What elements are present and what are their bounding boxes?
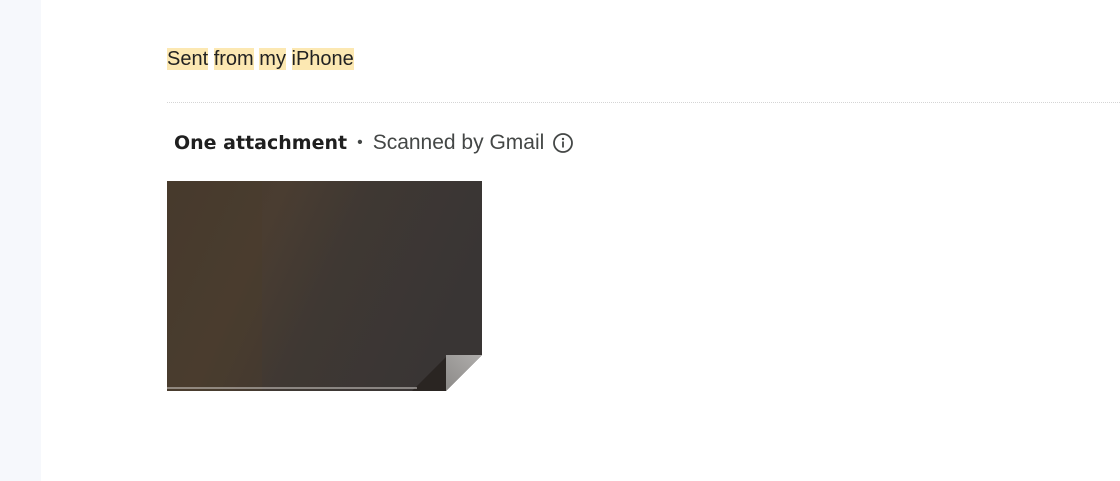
- message-body: Sent from my iPhone One attachment • Sca…: [41, 0, 1120, 481]
- signature-word: from: [213, 48, 254, 70]
- left-rail: [0, 0, 41, 481]
- image-thumbnail-icon: [167, 181, 482, 391]
- info-icon[interactable]: [552, 132, 574, 154]
- email-signature: Sent from my iPhone: [167, 47, 354, 71]
- signature-word: Sent: [167, 48, 209, 70]
- attachments-title: One attachment: [174, 132, 348, 154]
- separator-dot: •: [357, 134, 363, 151]
- attachment-thumbnail[interactable]: [167, 181, 482, 391]
- signature-word: my: [259, 48, 286, 70]
- attachments-header: One attachment • Scanned by Gmail: [174, 129, 574, 157]
- scanned-by-gmail-label: Scanned by Gmail: [372, 131, 545, 154]
- signature-word: iPhone: [291, 48, 354, 70]
- attachments-divider: [167, 102, 1120, 103]
